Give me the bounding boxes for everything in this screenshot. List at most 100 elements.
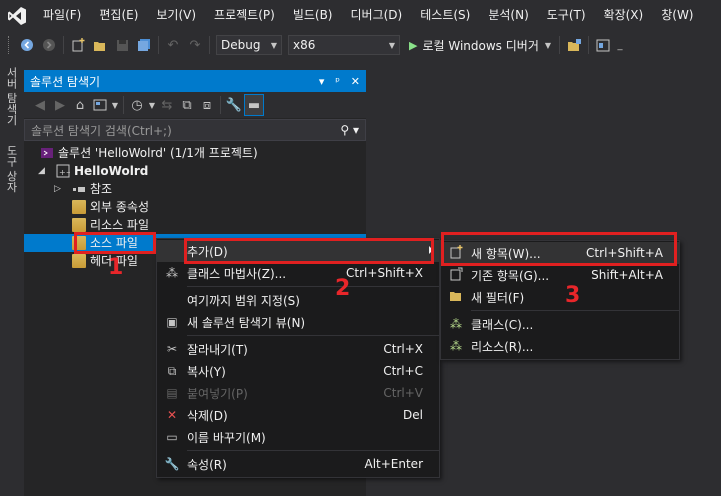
menu-test[interactable]: 테스트(S) — [411, 0, 479, 31]
collapsed-triangle-icon[interactable]: ▷ — [54, 180, 61, 198]
close-icon[interactable]: ✕ — [351, 75, 360, 88]
back-icon[interactable]: ◀ — [30, 94, 50, 116]
tree-item-external-dependencies[interactable]: 외부 종속성 — [24, 198, 366, 216]
svg-text:++: ++ — [59, 168, 70, 177]
search-icon[interactable]: ⚲ ▾ — [340, 123, 359, 137]
collapse-all-icon[interactable]: ⧉ — [177, 94, 197, 116]
show-all-files-icon[interactable]: ⧈ — [197, 94, 217, 116]
forward-icon[interactable]: ▶ — [50, 94, 70, 116]
breakpoint-folder-icon[interactable] — [563, 34, 585, 56]
menu-item-class-wizard[interactable]: ⁂ 클래스 마법사(Z)... Ctrl+Shift+X — [157, 262, 439, 284]
menu-separator — [187, 450, 439, 451]
submenu-item-new-filter[interactable]: 새 필터(F) — [441, 286, 679, 308]
visual-studio-logo-icon[interactable] — [0, 0, 34, 31]
menu-extensions[interactable]: 확장(X) — [595, 0, 653, 31]
menu-item-rename[interactable]: ▭ 이름 바꾸기(M) — [157, 426, 439, 448]
solution-explorer-title-bar[interactable]: 솔루션 탐색기 ▾ ᵖ ✕ — [24, 70, 366, 92]
menu-analyze[interactable]: 분석(N) — [479, 0, 537, 31]
expanded-triangle-icon[interactable]: ◢ — [38, 162, 45, 180]
menu-item-cut[interactable]: ✂ 잘라내기(T) Ctrl+X — [157, 338, 439, 360]
annotation-box-3 — [441, 232, 677, 266]
main-toolbar: ↶ ↷ Debug ▼ x86 ▼ ▶ 로컬 Windows 디버거 ▼ _ — [0, 31, 721, 59]
copy-icon: ⧉ — [167, 363, 177, 378]
panel-dropdown-icon[interactable]: ▾ — [319, 75, 325, 88]
new-project-icon[interactable] — [67, 34, 89, 56]
add-class-icon: ⁂ — [450, 317, 462, 331]
menu-view[interactable]: 보기(V) — [147, 0, 205, 31]
solution-icon — [40, 146, 54, 160]
annotation-box-2 — [184, 238, 434, 264]
menu-item-scope-to-this[interactable]: 여기까지 범위 지정(S) — [157, 289, 439, 311]
menu-separator — [187, 286, 439, 287]
menu-item-delete[interactable]: ✕ 삭제(D) Del — [157, 404, 439, 426]
search-placeholder: 솔루션 탐색기 검색(Ctrl+;) — [31, 123, 172, 138]
new-view-icon: ▣ — [166, 315, 178, 329]
save-all-icon[interactable] — [133, 34, 155, 56]
menu-window[interactable]: 창(W) — [652, 0, 702, 31]
pending-changes-filter-icon[interactable]: ◷ — [127, 94, 147, 116]
toolbar-separator — [559, 36, 561, 54]
solution-explorer-toolbar: ◀ ▶ ⌂ ▼ ◷ ▼ ⇆ ⧉ ⧈ 🔧 ▬ — [24, 92, 366, 118]
start-debugging-button[interactable]: ▶ 로컬 Windows 디버거 ▼ — [409, 37, 551, 54]
toolbar-grip[interactable] — [8, 36, 12, 54]
menu-separator — [471, 310, 679, 311]
solution-platform-select[interactable]: x86 ▼ — [288, 35, 400, 55]
menu-item-new-solution-explorer-view[interactable]: ▣ 새 솔루션 탐색기 뷰(N) — [157, 311, 439, 333]
tree-item-label: HelloWolrd — [74, 164, 149, 178]
sync-icon[interactable]: ⇆ — [157, 94, 177, 116]
menu-debug[interactable]: 디버그(D) — [342, 0, 412, 31]
server-explorer-tab[interactable]: 서버 탐색기 — [3, 67, 19, 126]
scissors-icon: ✂ — [166, 342, 178, 356]
menu-file[interactable]: 파일(F) — [34, 0, 90, 31]
existing-item-icon — [441, 267, 471, 284]
window-layout-icon[interactable] — [592, 34, 614, 56]
chevron-down-icon[interactable]: ▼ — [545, 41, 551, 50]
chevron-down-icon: ▼ — [270, 40, 277, 50]
submenu-item-resource[interactable]: ⁂ 리소스(R)... — [441, 335, 679, 357]
pin-icon[interactable]: ᵖ — [335, 75, 340, 88]
back-icon[interactable] — [16, 34, 38, 56]
play-icon: ▶ — [409, 38, 418, 52]
forward-icon[interactable] — [38, 34, 60, 56]
save-icon[interactable] — [111, 34, 133, 56]
tree-item-label: 솔루션 'HelloWolrd' (1/1개 프로젝트) — [58, 146, 258, 160]
cpp-project-icon: ++ — [56, 164, 72, 178]
paste-icon: ▤ — [166, 386, 178, 400]
undo-icon[interactable]: ↶ — [162, 34, 184, 56]
toolbox-tab[interactable]: 도구 상자 — [3, 145, 19, 193]
solution-explorer-search-input[interactable]: 솔루션 탐색기 검색(Ctrl+;) ⚲ ▾ — [24, 119, 366, 141]
properties-wrench-icon[interactable]: 🔧 — [224, 94, 244, 116]
menu-edit[interactable]: 편집(E) — [90, 0, 147, 31]
menu-project[interactable]: 프로젝트(P) — [205, 0, 284, 31]
configuration-value: Debug — [221, 38, 261, 52]
menu-item-copy[interactable]: ⧉ 복사(Y) Ctrl+C — [157, 360, 439, 382]
chevron-down-icon[interactable]: ▼ — [110, 94, 120, 116]
toolbar-separator — [209, 36, 210, 54]
new-filter-folder-icon — [441, 289, 471, 305]
switch-views-icon[interactable] — [90, 94, 110, 116]
run-label: 로컬 Windows 디버거 — [422, 38, 539, 53]
class-wizard-icon: ⁂ — [166, 266, 178, 280]
submenu-item-existing-item[interactable]: 기존 항목(G)... Shift+Alt+A — [441, 264, 679, 286]
submenu-item-class[interactable]: ⁂ 클래스(C)... — [441, 313, 679, 335]
menu-item-paste[interactable]: ▤ 붙여넣기(P) Ctrl+V — [157, 382, 439, 404]
solution-configuration-select[interactable]: Debug ▼ — [216, 35, 282, 55]
menu-item-properties[interactable]: 🔧 속성(R) Alt+Enter — [157, 453, 439, 475]
tree-item-references[interactable]: ▷ 참조 — [24, 180, 366, 198]
toolbar-overflow-icon[interactable]: _ — [614, 34, 626, 56]
home-icon[interactable]: ⌂ — [70, 94, 90, 116]
menu-build[interactable]: 빌드(B) — [284, 0, 342, 31]
toolbar-separator — [158, 36, 159, 54]
folder-icon — [72, 218, 86, 232]
references-icon — [72, 182, 86, 196]
tree-item-solution[interactable]: 솔루션 'HelloWolrd' (1/1개 프로젝트) — [24, 144, 366, 162]
menu-tools[interactable]: 도구(T) — [538, 0, 595, 31]
annotation-box-1 — [74, 232, 156, 254]
open-folder-icon[interactable] — [89, 34, 111, 56]
tree-item-label: 외부 종속성 — [90, 200, 150, 214]
redo-icon[interactable]: ↷ — [184, 34, 206, 56]
tree-item-project[interactable]: ◢ ++ HelloWolrd — [24, 162, 366, 180]
preview-selected-icon[interactable]: ▬ — [244, 94, 264, 116]
chevron-down-icon[interactable]: ▼ — [147, 94, 157, 116]
menu-separator — [187, 335, 439, 336]
